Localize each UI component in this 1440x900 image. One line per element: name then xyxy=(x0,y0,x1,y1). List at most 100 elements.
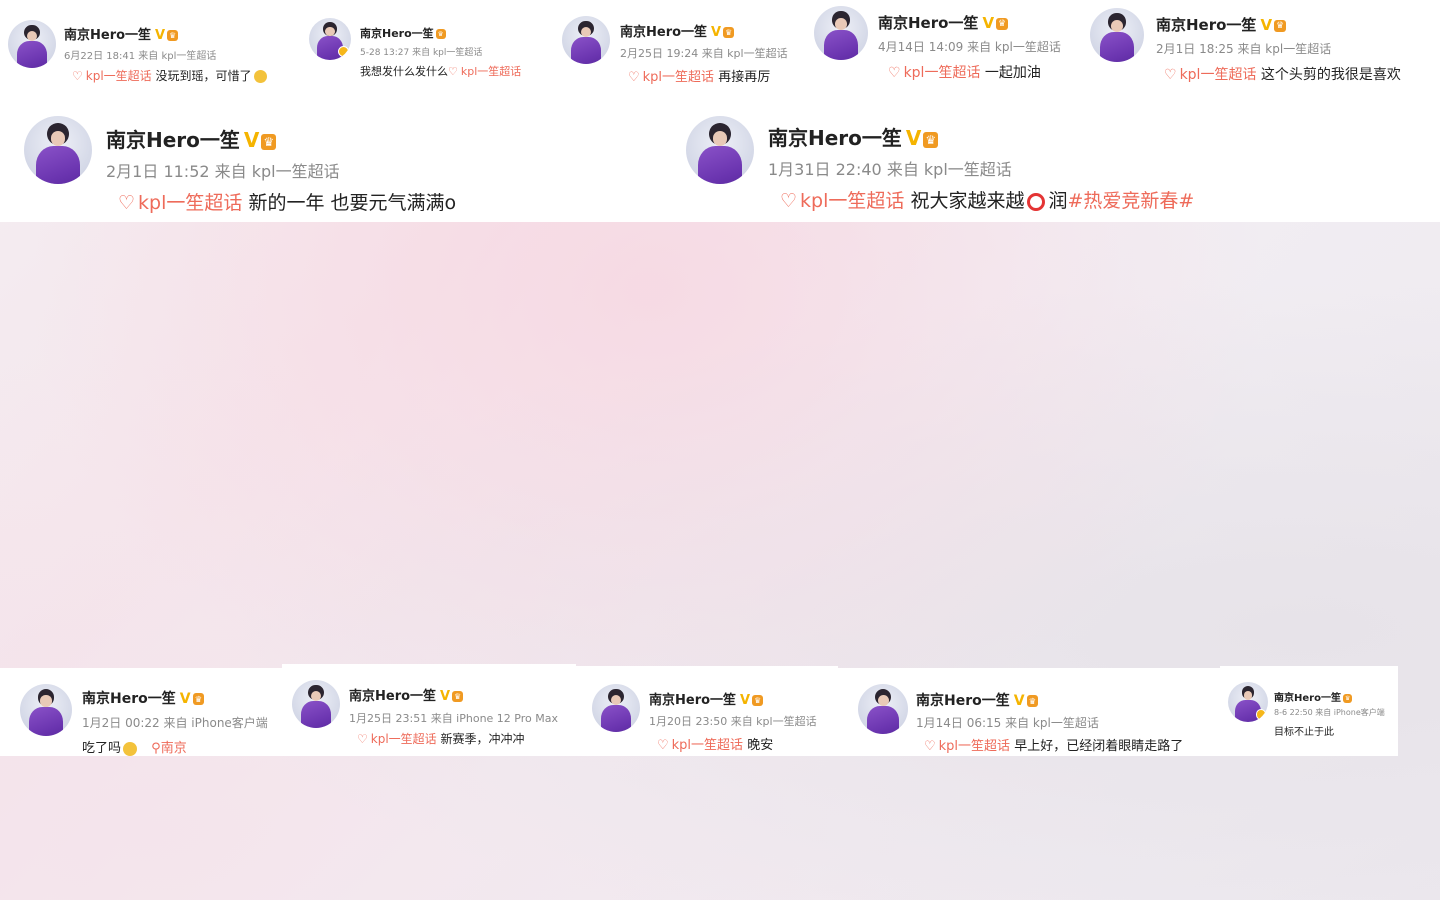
post-card[interactable]: 南京Hero一笙 V ♛ 1月2日 00:22 来自 iPhone客户端 吃了吗 ⚲… xyxy=(0,668,282,756)
author-name[interactable]: 南京Hero一笙 V ♛ xyxy=(82,688,205,708)
post-card[interactable]: 南京Hero一笙 V ♛ 1月14日 06:15 来自 kpl一笙超话 ♡ kpl一笙… xyxy=(838,668,1220,756)
topic-link[interactable]: kpl一笙超话 xyxy=(138,192,242,214)
avatar[interactable] xyxy=(562,16,610,64)
avatar[interactable] xyxy=(686,116,754,184)
post-content: ♡ kpl一笙超话 新的一年 也要元气满满o xyxy=(118,188,456,215)
author-name[interactable]: 南京Hero一笙 V ♛ xyxy=(64,24,179,43)
avatar[interactable] xyxy=(814,6,868,60)
post-content: ♡ kpl一笙超话 新赛季，冲冲冲 xyxy=(357,730,525,747)
avatar[interactable] xyxy=(592,684,640,732)
author-name[interactable]: 南京Hero一笙 V ♛ xyxy=(878,12,1009,33)
post-card[interactable]: 南京Hero一笙 ♛ 8-6 22:50 来自 iPhone客户端 目标不止于此 xyxy=(1220,666,1398,756)
post-text: 再接再厉 xyxy=(718,70,771,85)
avatar[interactable] xyxy=(858,684,908,734)
topic-link[interactable]: kpl一笙超话 xyxy=(1180,67,1257,83)
post-content: 我想发什么发什么♡ kpl一笙超话 xyxy=(360,63,521,79)
avatar[interactable] xyxy=(24,116,92,184)
post-meta: 2月1日 18:25 来自 kpl一笙超话 xyxy=(1156,42,1332,56)
crown-icon: ♛ xyxy=(752,695,764,706)
post-content: ♡ kpl一笙超话 这个头剪的我很是喜欢 xyxy=(1164,64,1401,84)
post-meta: 6月22日 18:41 来自 kpl一笙超话 xyxy=(64,51,217,62)
avatar[interactable] xyxy=(8,20,56,68)
verified-icon: V xyxy=(1013,693,1025,709)
topic-link[interactable]: kpl一笙超话 xyxy=(672,738,743,753)
post-text: 我想发什么发什么 xyxy=(360,65,448,78)
author-name[interactable]: 南京Hero一笙 ♛ xyxy=(360,25,446,41)
author-name[interactable]: 南京Hero一笙 V ♛ xyxy=(1156,14,1287,35)
crown-icon: ♛ xyxy=(923,131,939,148)
crown-icon: ♛ xyxy=(1342,693,1353,703)
topic-icon: ♡ xyxy=(448,65,458,78)
avatar[interactable] xyxy=(20,684,72,736)
crown-icon: ♛ xyxy=(261,133,277,150)
post-meta: 1月20日 23:50 来自 kpl一笙超话 xyxy=(649,715,817,728)
location-link[interactable]: 南京 xyxy=(161,741,187,756)
crying-emoji-icon xyxy=(253,70,267,83)
author-name[interactable]: 南京Hero一笙 V ♛ xyxy=(620,21,735,40)
avatar[interactable] xyxy=(292,680,340,728)
post-content: ♡ kpl一笙超话 晚安 xyxy=(657,734,773,753)
author-name[interactable]: 南京Hero一笙 V ♛ xyxy=(349,685,464,704)
verified-icon: V xyxy=(740,693,751,708)
background xyxy=(0,222,1440,900)
post-meta: 5-28 13:27 来自 kpl一笙超话 xyxy=(360,48,483,58)
crown-icon: ♛ xyxy=(1274,19,1287,32)
avatar[interactable] xyxy=(1090,8,1144,62)
post-meta: 8-6 22:50 来自 iPhone客户端 xyxy=(1274,708,1385,717)
crown-icon: ♛ xyxy=(996,17,1009,30)
topic-link[interactable]: kpl一笙超话 xyxy=(904,65,981,81)
crown-icon: ♛ xyxy=(723,27,735,38)
author-name[interactable]: 南京Hero一笙 ♛ xyxy=(1274,689,1353,704)
post-text: 新赛季，冲冲冲 xyxy=(440,732,525,746)
love-emoji-icon xyxy=(123,741,138,756)
post-content: 吃了吗 ⚲南京 xyxy=(82,737,187,756)
post-card[interactable]: 南京Hero一笙 V ♛ 1月20日 23:50 来自 kpl一笙超话 ♡ kpl一笙… xyxy=(576,666,838,756)
post-content: ♡ kpl一笙超话 没玩到瑶，可惜了 xyxy=(72,67,267,84)
post-text: 新的一年 也要元气满满o xyxy=(248,192,457,214)
post-card[interactable]: 南京Hero一笙 V ♛ 2月1日 11:52 来自 kpl一笙超话 ♡ kpl一笙超… xyxy=(0,98,662,222)
avatar[interactable] xyxy=(309,18,351,60)
post-card[interactable]: 南京Hero一笙 V ♛ 1月31日 22:40 来自 kpl一笙超话 ♡ kpl一笙… xyxy=(662,98,1440,222)
topic-icon: ♡ xyxy=(1164,67,1177,83)
post-card[interactable]: 南京Hero一笙 V ♛ 2月25日 19:24 来自 kpl一笙超话 ♡ kpl一笙… xyxy=(548,0,806,98)
topic-icon: ♡ xyxy=(657,738,669,753)
post-meta: 1月2日 00:22 来自 iPhone客户端 xyxy=(82,716,268,730)
hashtag-link[interactable]: #热爱竞新春# xyxy=(1067,190,1194,212)
post-card[interactable]: 南京Hero一笙 V ♛ 6月22日 18:41 来自 kpl一笙超话 ♡ kpl一笙… xyxy=(0,0,300,98)
topic-icon: ♡ xyxy=(357,732,368,746)
post-card[interactable]: 南京Hero一笙 V ♛ 1月25日 23:51 来自 iPhone 12 Pro … xyxy=(282,664,576,756)
topic-link[interactable]: kpl一笙超话 xyxy=(643,70,714,85)
author-name[interactable]: 南京Hero一笙 V ♛ xyxy=(649,689,764,708)
post-meta: 1月14日 06:15 来自 kpl一笙超话 xyxy=(916,716,1099,730)
post-text-tail: 润 xyxy=(1048,190,1068,212)
post-meta: 2月1日 11:52 来自 kpl一笙超话 xyxy=(106,162,340,181)
topic-link[interactable]: kpl一笙超话 xyxy=(939,739,1010,754)
topic-icon: ♡ xyxy=(924,739,936,754)
avatar[interactable] xyxy=(1228,682,1268,722)
post-text: 吃了吗 xyxy=(82,741,122,756)
post-text: 一起加油 xyxy=(984,65,1041,81)
crown-icon: ♛ xyxy=(435,29,446,39)
topic-link[interactable]: kpl一笙超话 xyxy=(371,732,437,746)
author-name[interactable]: 南京Hero一笙 V ♛ xyxy=(768,122,939,151)
red-circle-icon xyxy=(1027,192,1046,211)
post-text: 早上好，已经闭着眼睛走路了 xyxy=(1014,739,1184,754)
verified-icon: V xyxy=(179,691,191,707)
post-meta: 2月25日 19:24 来自 kpl一笙超话 xyxy=(620,47,788,60)
post-content: ♡ kpl一笙超话 早上好，已经闭着眼睛走路了 xyxy=(924,735,1183,754)
topic-icon: ♡ xyxy=(72,69,83,83)
post-text: 目标不止于此 xyxy=(1274,727,1334,738)
topic-icon: ♡ xyxy=(888,65,901,81)
topic-link[interactable]: kpl一笙超话 xyxy=(461,65,521,78)
post-text: 这个头剪的我很是喜欢 xyxy=(1260,67,1401,83)
author-name[interactable]: 南京Hero一笙 V ♛ xyxy=(106,124,277,153)
post-meta: 1月31日 22:40 来自 kpl一笙超话 xyxy=(768,160,1012,179)
topic-link[interactable]: kpl一笙超话 xyxy=(86,69,152,83)
crown-icon: ♛ xyxy=(1026,695,1039,707)
author-name[interactable]: 南京Hero一笙 V ♛ xyxy=(916,690,1039,710)
topic-link[interactable]: kpl一笙超话 xyxy=(800,190,904,212)
post-card[interactable]: 南京Hero一笙 ♛ 5-28 13:27 来自 kpl一笙超话 我想发什么发什么… xyxy=(300,0,548,98)
post-card[interactable]: 南京Hero一笙 V ♛ 2月1日 18:25 来自 kpl一笙超话 ♡ kpl一笙超… xyxy=(1078,0,1440,98)
post-content: ♡ kpl一笙超话 一起加油 xyxy=(888,62,1041,82)
post-card[interactable]: 南京Hero一笙 V ♛ 4月14日 14:09 来自 kpl一笙超话 ♡ kpl一笙… xyxy=(806,0,1078,98)
